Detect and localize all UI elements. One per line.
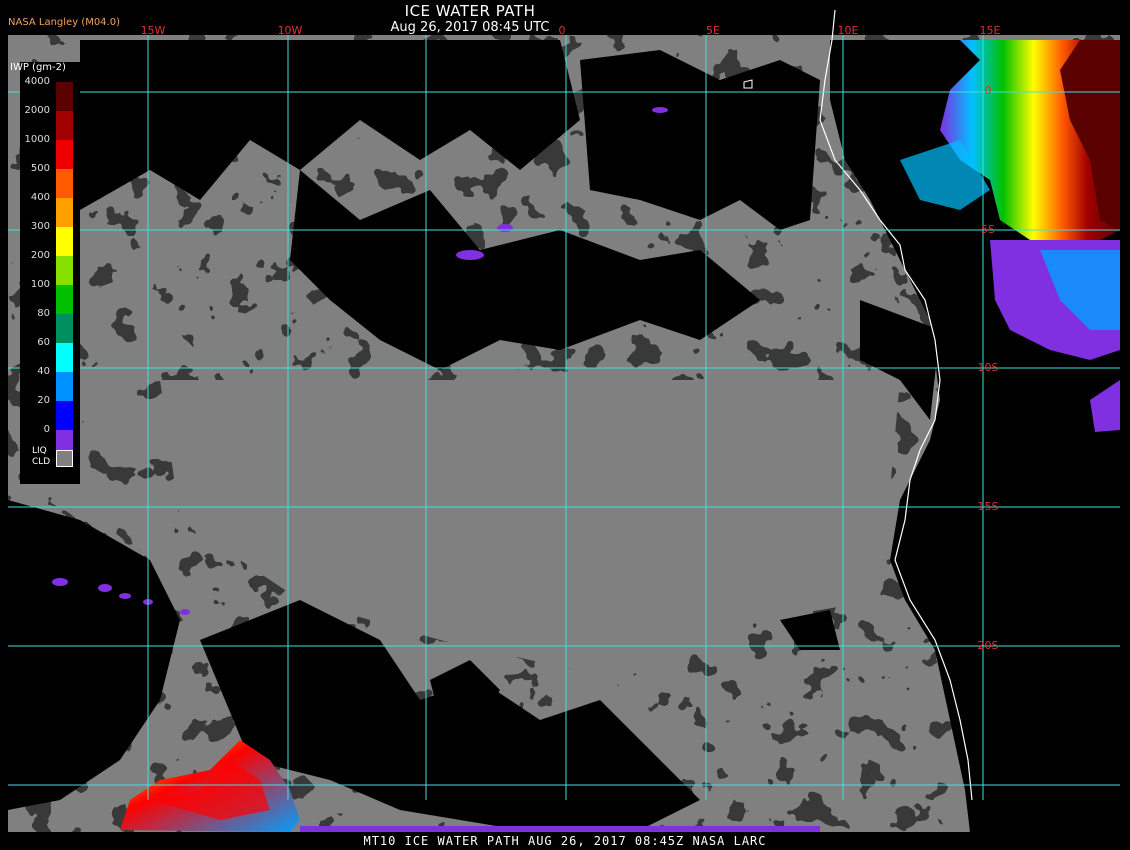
legend-swatch xyxy=(56,285,73,314)
legend-swatch xyxy=(56,111,73,140)
legend-swatch xyxy=(56,82,73,111)
legend-value-label: 4000 xyxy=(24,76,50,87)
legend-value-label: 500 xyxy=(30,163,50,174)
legend-value-label: 2000 xyxy=(24,105,50,116)
legend-value-label: 40 xyxy=(37,366,50,377)
legend-swatch xyxy=(56,198,73,227)
legend-value-label: 100 xyxy=(30,279,50,290)
legend-value-label: 200 xyxy=(30,250,50,261)
legend-swatch xyxy=(56,140,73,169)
map-title: ICE WATER PATH xyxy=(404,2,536,20)
latitude-label: 0 xyxy=(985,84,992,97)
latitude-label: 15S xyxy=(978,500,999,513)
legend-swatch xyxy=(56,227,73,256)
latitude-label: 10S xyxy=(978,361,999,374)
legend-swatch xyxy=(56,343,73,372)
legend-swatch xyxy=(56,372,73,401)
legend-swatch xyxy=(56,401,73,430)
longitude-label: 15E xyxy=(980,24,1001,37)
legend-swatch xyxy=(56,314,73,343)
legend-value-label: 1000 xyxy=(24,134,50,145)
ice-water-path-map: 15W 10W 0 5E 10E 15E05S10S15S20S xyxy=(8,9,1120,832)
legend-value-label: 60 xyxy=(37,337,50,348)
liq-cld-label: LIQ CLD xyxy=(32,446,51,467)
latitude-label: 5S xyxy=(981,223,995,236)
footer-caption: MT10 ICE WATER PATH AUG 26, 2017 08:45Z … xyxy=(363,834,767,848)
legend-value-label: 400 xyxy=(30,192,50,203)
map-timestamp: Aug 26, 2017 08:45 UTC xyxy=(390,20,550,35)
liq-cld-swatch xyxy=(56,450,73,467)
color-legend: IWP (gm-2) 4000 2000 1000 500 400 300 200 100 80… xyxy=(10,62,80,484)
legend-swatch xyxy=(56,169,73,198)
legend-value-label: 80 xyxy=(37,308,50,319)
legend-value-label: 20 xyxy=(37,395,50,406)
legend-title: IWP (gm-2) xyxy=(10,62,66,73)
latitude-label: 20S xyxy=(978,639,999,652)
legend-value-label: 0 xyxy=(43,424,50,435)
legend-value-label: 300 xyxy=(30,221,50,232)
legend-swatch xyxy=(56,256,73,285)
